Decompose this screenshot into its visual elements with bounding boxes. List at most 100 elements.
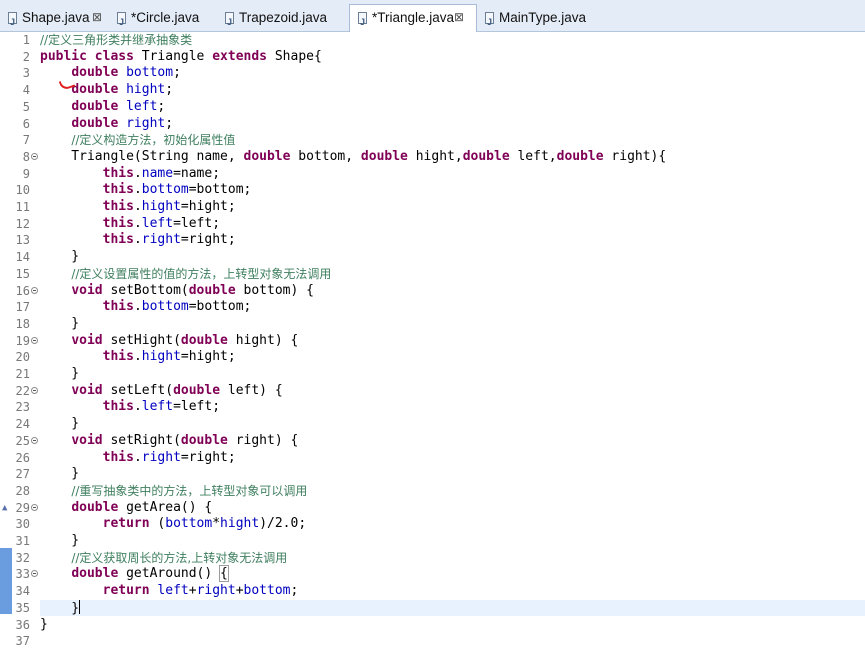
- code-text: )/2.0;: [259, 516, 307, 532]
- code-text: =hight;: [180, 199, 236, 214]
- code-line[interactable]: this.bottom=bottom;: [40, 182, 865, 198]
- line-number: 24: [15, 417, 30, 432]
- code-line[interactable]: }: [40, 416, 865, 432]
- code-line[interactable]: this.hight=hight;: [40, 199, 865, 215]
- tab-shapejava[interactable]: Shape.java⊠: [0, 5, 109, 35]
- fold-toggle-icon[interactable]: [31, 336, 38, 344]
- code-line[interactable]: this.left=left;: [40, 399, 865, 415]
- gutter-line: 6: [0, 116, 40, 132]
- code-line[interactable]: double getArea() {: [40, 500, 865, 516]
- tab-trianglejava[interactable]: *Triangle.java⊠: [349, 4, 477, 35]
- code-line[interactable]: }: [40, 533, 865, 549]
- code-line[interactable]: //重写抽象类中的方法，上转型对象可以调用: [40, 483, 865, 499]
- code-text: }: [40, 416, 80, 432]
- code-line[interactable]: //定义设置属性的值的方法，上转型对象无法调用: [40, 266, 865, 282]
- line-number: 2: [22, 49, 30, 64]
- code-line[interactable]: double hight;: [40, 82, 865, 98]
- code-text: =right;: [180, 449, 236, 465]
- code-line[interactable]: this.right=right;: [40, 450, 865, 466]
- tab-close-icon[interactable]: ⊠: [92, 5, 102, 30]
- code-line[interactable]: double right;: [40, 116, 865, 132]
- code-line[interactable]: return (bottom*hight)/2.0;: [40, 516, 865, 532]
- line-number: 29: [15, 500, 30, 515]
- field-ref: left: [157, 583, 189, 599]
- code-line[interactable]: }: [40, 366, 865, 382]
- fold-toggle-icon[interactable]: [31, 436, 38, 444]
- field-ref: bottom: [141, 299, 189, 315]
- code-text: .: [133, 182, 142, 198]
- code-line[interactable]: }: [40, 249, 865, 265]
- fold-toggle-icon[interactable]: [31, 386, 38, 394]
- keyword: double: [71, 82, 119, 98]
- code-line[interactable]: this.bottom=bottom;: [40, 299, 865, 315]
- keyword: this: [102, 199, 134, 214]
- code-line[interactable]: Triangle(String name, double bottom, dou…: [40, 149, 865, 165]
- keyword: this: [102, 215, 134, 231]
- code-line[interactable]: }: [40, 466, 865, 482]
- keyword: double: [243, 148, 291, 164]
- line-number: 4: [22, 83, 30, 98]
- line-number: 25: [15, 433, 30, 448]
- code-line[interactable]: this.name=name;: [40, 166, 865, 182]
- fold-toggle-icon[interactable]: [31, 570, 38, 578]
- code-line[interactable]: double left;: [40, 99, 865, 115]
- tab-trapezoidjava[interactable]: Trapezoid.java: [217, 5, 349, 35]
- code-line[interactable]: this.left=left;: [40, 216, 865, 232]
- code-line[interactable]: return left+right+bottom;: [40, 583, 865, 599]
- code-line[interactable]: public class Triangle extends Shape{: [40, 49, 865, 65]
- keyword: extends: [212, 48, 268, 64]
- code-line[interactable]: this.right=right;: [40, 232, 865, 248]
- gutter-line: 10: [0, 182, 40, 198]
- code-line[interactable]: }: [40, 617, 865, 633]
- field-ref: right: [141, 232, 181, 248]
- tab-close-icon[interactable]: ⊠: [454, 5, 464, 30]
- code-line[interactable]: //定义获取周长的方法,上转对象无法调用: [40, 550, 865, 566]
- tab-maintypejava[interactable]: MainType.java: [477, 5, 587, 35]
- code-line[interactable]: }: [40, 599, 865, 616]
- tab-label: MainType.java: [499, 10, 587, 25]
- code-line[interactable]: void setHight(double hight) {: [40, 333, 865, 349]
- gutter-line: 20: [0, 349, 40, 365]
- code-line[interactable]: double getAround() {: [40, 565, 865, 583]
- code-line[interactable]: void setRight(double right) {: [40, 433, 865, 449]
- code-line[interactable]: double bottom;: [40, 65, 865, 81]
- code-text: }: [40, 249, 80, 265]
- field-ref: right: [126, 115, 166, 131]
- code-editor[interactable]: 1 2 3 4 5 6 7 8 9 10 11 12 13 14 15 16 17 18 19 20 21 22 23 24 2…: [0, 32, 865, 652]
- fold-toggle-icon[interactable]: [31, 152, 38, 160]
- code-line[interactable]: this.hight=hight;: [40, 349, 865, 365]
- code-line[interactable]: //定义三角形类并继承抽象类: [40, 32, 865, 48]
- fold-toggle-icon[interactable]: [31, 286, 38, 294]
- code-line[interactable]: [40, 633, 865, 649]
- code-text: getAround(): [118, 566, 221, 582]
- code-line[interactable]: void setLeft(double left) {: [40, 383, 865, 399]
- code-text: ;: [290, 583, 299, 599]
- line-number: 11: [15, 200, 30, 214]
- code-line[interactable]: void setBottom(double bottom) {: [40, 283, 865, 299]
- tab-circlejava[interactable]: *Circle.java: [109, 5, 217, 35]
- line-number: 14: [15, 250, 30, 265]
- code-line[interactable]: //定义构造方法，初始化属性值: [40, 132, 865, 148]
- line-number: 10: [15, 183, 30, 198]
- field-ref: left: [126, 98, 158, 114]
- code-text: .: [133, 299, 142, 315]
- comment: //定义设置属性的值的方法，上转型对象无法调用: [71, 266, 332, 281]
- code-text: Triangle(String name,: [40, 148, 244, 164]
- line-number: 26: [15, 450, 30, 465]
- fold-toggle-icon[interactable]: [31, 503, 38, 511]
- gutter-line: 26: [0, 450, 40, 466]
- code-line[interactable]: }: [40, 316, 865, 332]
- field-ref: bottom: [141, 182, 189, 198]
- field-ref: right: [141, 449, 181, 465]
- code-area[interactable]: //定义三角形类并继承抽象类 public class Triangle exte…: [40, 32, 865, 652]
- code-text: =left;: [173, 215, 221, 231]
- line-number: 9: [22, 166, 30, 181]
